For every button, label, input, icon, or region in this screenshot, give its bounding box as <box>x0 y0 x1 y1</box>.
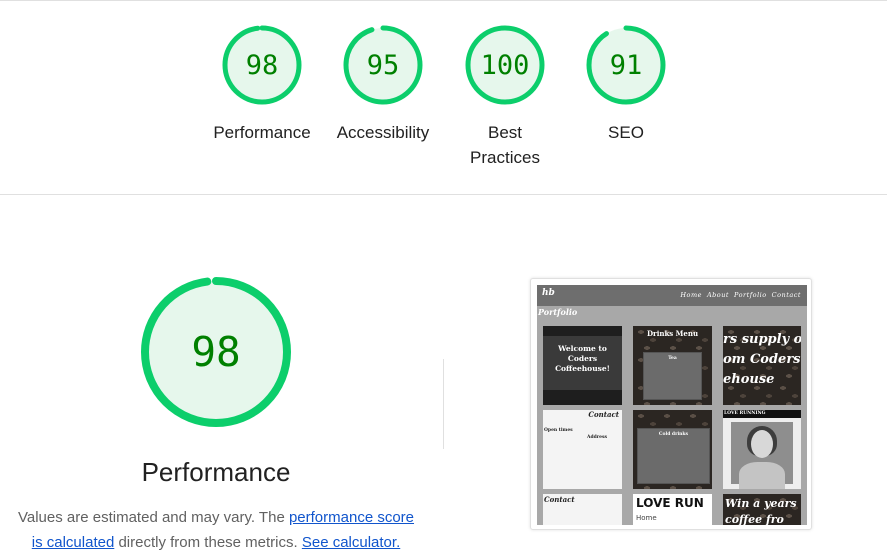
shot-open-times: Open times <box>544 428 573 433</box>
shot-logo: hb <box>542 288 555 298</box>
gauge-performance[interactable]: 98 Performance <box>202 24 322 145</box>
shot-nav-about: About <box>706 291 730 299</box>
performance-big-gauge-value: 98 <box>191 328 240 376</box>
shot-tile-cold: Cold drinks <box>633 410 712 489</box>
gauge-seo-ring: 91 <box>586 25 666 105</box>
shot-address: Address <box>587 435 608 440</box>
final-screenshot[interactable]: hb Home About Portfolio Contact Portfolio W… <box>530 278 812 530</box>
see-calculator-link[interactable]: See calculator. <box>302 534 400 551</box>
shot-tile-win: Win a years coffee fro <box>723 494 801 525</box>
performance-big-gauge: 98 <box>141 277 291 427</box>
desc-middle: directly from these metrics. <box>114 534 302 551</box>
gauge-performance-value: 98 <box>246 50 279 81</box>
gauge-performance-label: Performance <box>213 123 311 142</box>
shot-tile-drinks: Drinks Menu Tea <box>633 326 712 405</box>
gauge-best-practices-ring: 100 <box>465 25 545 105</box>
shot-nav-contact: Contact <box>771 291 801 299</box>
shot-supply-line2: om Coders <box>723 352 801 367</box>
performance-section: 98 Performance Values are estimated and … <box>0 195 887 557</box>
gauge-performance-ring: 98 <box>222 25 302 105</box>
lighthouse-report: 98 Performance 95 Accessibility 100 Best… <box>0 0 887 557</box>
shot-supply-line1: rs supply of <box>723 332 801 347</box>
shot-tile-welcome: Welcome to Coders Coffeehouse! <box>543 326 622 405</box>
performance-title: Performance <box>141 457 291 487</box>
shot-love-run: LOVE RUN <box>636 496 704 510</box>
gauge-accessibility-label: Accessibility <box>336 123 430 142</box>
shot-heading: Portfolio <box>538 307 578 317</box>
gauge-best-practices[interactable]: 100 Best Practices <box>445 24 565 170</box>
performance-description: Values are estimated and may vary. The p… <box>14 505 418 555</box>
shot-cold-drinks: Cold drinks <box>658 432 689 437</box>
shot-tile-contact: Contact Open times Address <box>543 410 622 489</box>
shot-contact2-title: Contact <box>544 495 575 504</box>
gauge-accessibility-value: 95 <box>367 50 400 81</box>
shot-tile-contact2: Contact <box>543 494 622 525</box>
shot-win-line1: Win a years <box>725 497 797 510</box>
desc-prefix: Values are estimated and may vary. The <box>17 509 289 526</box>
shot-navbar: hb Home About Portfolio Contact <box>537 285 807 306</box>
shot-tea-title: Tea <box>668 356 677 361</box>
page-screenshot-image: hb Home About Portfolio Contact Portfolio W… <box>537 285 807 525</box>
shot-tile-loverun: LOVE RUN Home <box>633 494 712 525</box>
shot-home: Home <box>636 514 657 522</box>
shot-tile-running: LOVE RUNNING <box>723 410 801 489</box>
gauge-accessibility[interactable]: 95 Accessibility <box>323 24 443 145</box>
shot-love-running: LOVE RUNNING <box>724 411 766 416</box>
shot-tile-supply: rs supply of om Coders ehouse <box>723 326 801 405</box>
gauge-best-practices-value: 100 <box>481 50 530 81</box>
shot-drinks-title: Drinks Menu <box>646 329 699 338</box>
gauge-seo-value: 91 <box>610 50 643 81</box>
score-gauges: 98 Performance 95 Accessibility 100 Best… <box>0 0 887 194</box>
gauge-best-practices-label: Best Practices <box>470 123 540 167</box>
shot-win-line2: coffee fro <box>725 513 784 525</box>
vertical-divider <box>443 359 444 449</box>
gauge-accessibility-ring: 95 <box>343 25 423 105</box>
shot-nav-portfolio: Portfolio <box>734 291 767 299</box>
gauge-seo-label: SEO <box>608 123 644 142</box>
shot-welcome-text: Welcome to Coders Coffeehouse! <box>555 344 610 373</box>
shot-supply-line3: ehouse <box>723 372 775 387</box>
shot-contact-title: Contact <box>588 410 619 419</box>
shot-nav-home: Home <box>680 291 702 299</box>
gauge-seo[interactable]: 91 SEO <box>566 24 686 145</box>
shot-nav-links: Home About Portfolio Contact <box>675 291 801 299</box>
shot-portrait <box>731 422 793 489</box>
